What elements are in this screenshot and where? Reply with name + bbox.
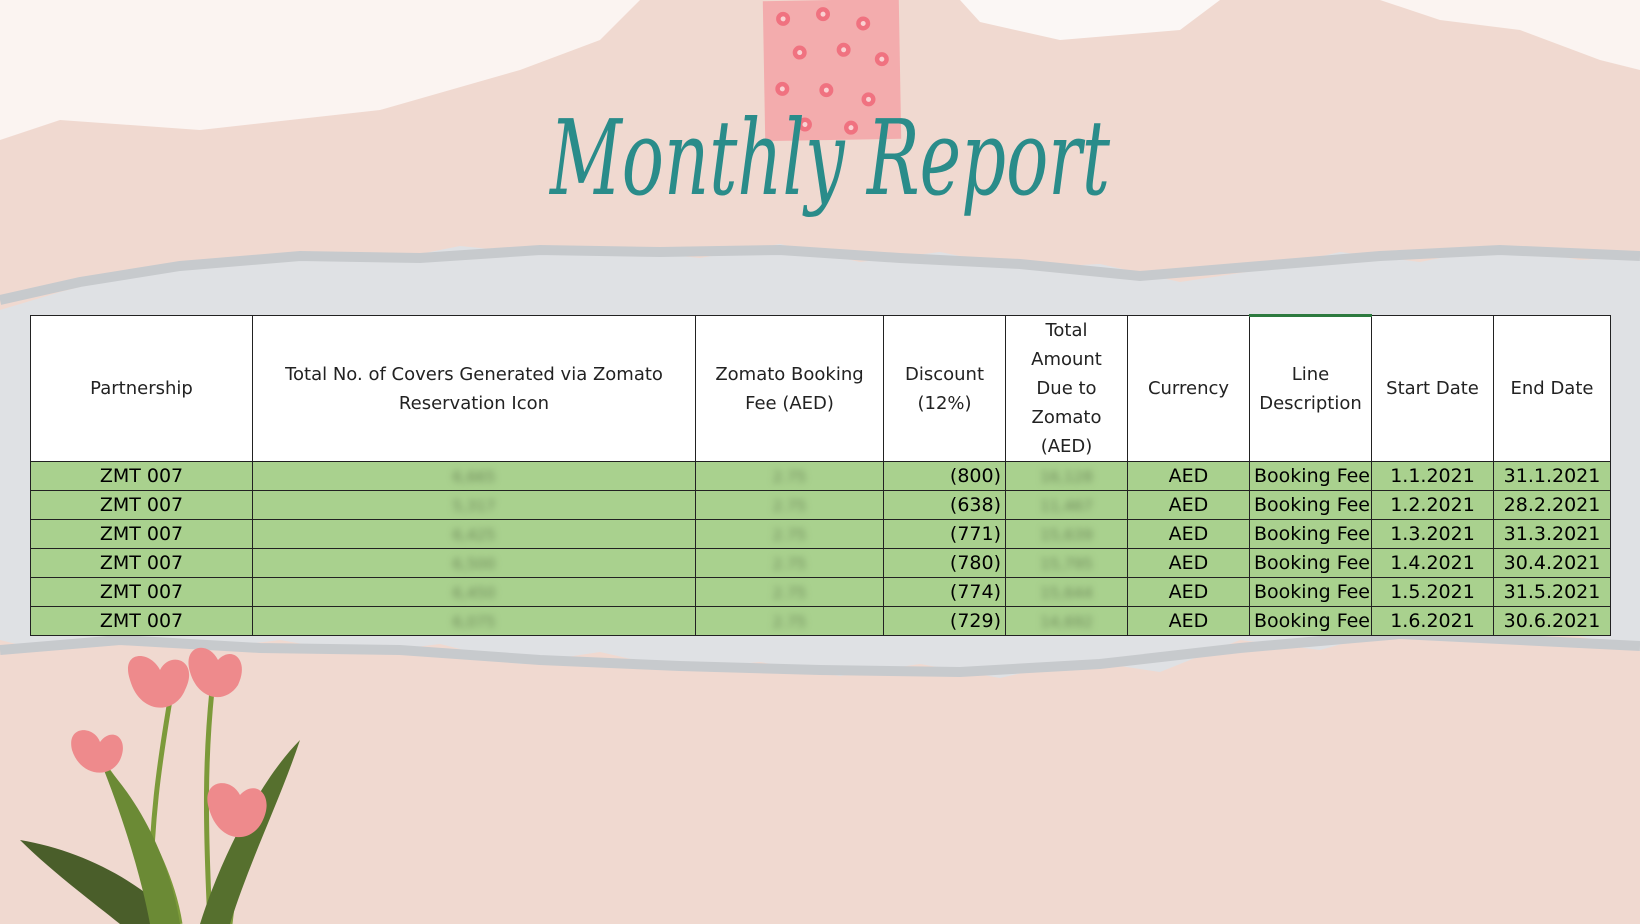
cell-total: 16,128 [1005,461,1128,491]
cell-fee: 2.75 [695,548,884,578]
cell-discount: (800) [883,461,1006,491]
cell-covers-value: 6,665 [452,468,496,486]
cell-end-date: 31.5.2021 [1493,577,1611,607]
cell-currency: AED [1127,490,1250,520]
cell-currency: AED [1127,606,1250,636]
cell-currency: AED [1127,548,1250,578]
cell-covers: 5,317 [252,490,696,520]
cell-covers: 6,075 [252,606,696,636]
column-header-booking-fee: Zomato Booking Fee (AED) [695,315,884,462]
cell-total: 15,795 [1005,548,1128,578]
cell-total: 11,467 [1005,490,1128,520]
cell-end-date: 30.6.2021 [1493,606,1611,636]
cell-partnership: ZMT 007 [30,519,253,549]
column-header-end-date: End Date [1493,315,1611,462]
cell-fee-value: 2.75 [772,584,807,602]
cell-covers: 6,425 [252,519,696,549]
table-row: ZMT 007 5,317 2.75 (638) 11,467 AED Book… [30,490,1611,520]
cell-fee: 2.75 [695,577,884,607]
cell-line-description: Booking Fee [1249,461,1372,491]
cell-currency: AED [1127,519,1250,549]
cell-line-description: Booking Fee [1249,519,1372,549]
page-title: Monthly Report [549,97,1110,219]
column-header-total-due: Total Amount Due to Zomato (AED) [1005,315,1128,462]
column-header-discount: Discount (12%) [883,315,1006,462]
column-header-start-date: Start Date [1371,315,1494,462]
cell-covers: 6,500 [252,548,696,578]
table-row: ZMT 007 6,665 2.75 (800) 16,128 AED Book… [30,461,1611,491]
cell-fee-value: 2.75 [772,497,807,515]
cell-end-date: 31.3.2021 [1493,519,1611,549]
table-row: ZMT 007 6,425 2.75 (771) 15,639 AED Book… [30,519,1611,549]
cell-currency: AED [1127,577,1250,607]
cell-line-description: Booking Fee [1249,606,1372,636]
report-table: Partnership Total No. of Covers Generate… [30,314,1611,636]
table-row: ZMT 007 6,450 2.75 (774) 15,644 AED Book… [30,577,1611,607]
cell-discount: (780) [883,548,1006,578]
cell-start-date: 1.1.2021 [1371,461,1494,491]
cell-total-value: 15,639 [1040,526,1093,544]
cell-fee: 2.75 [695,519,884,549]
cell-partnership: ZMT 007 [30,490,253,520]
column-header-line-description: Line Description [1249,314,1372,462]
cell-total-value: 15,795 [1040,555,1093,573]
cell-covers-value: 6,075 [452,613,496,631]
cell-line-description: Booking Fee [1249,577,1372,607]
cell-covers: 6,665 [252,461,696,491]
cell-line-description: Booking Fee [1249,548,1372,578]
cell-start-date: 1.5.2021 [1371,577,1494,607]
column-header-currency: Currency [1127,315,1250,462]
cell-partnership: ZMT 007 [30,606,253,636]
column-header-partnership: Partnership [30,315,253,462]
cell-fee-value: 2.75 [772,468,807,486]
cell-end-date: 30.4.2021 [1493,548,1611,578]
cell-start-date: 1.3.2021 [1371,519,1494,549]
cell-partnership: ZMT 007 [30,461,253,491]
cell-fee: 2.75 [695,606,884,636]
cell-start-date: 1.6.2021 [1371,606,1494,636]
cell-fee: 2.75 [695,490,884,520]
cell-total-value: 11,467 [1040,497,1093,515]
cell-covers-value: 6,500 [452,555,496,573]
report-table-container: Partnership Total No. of Covers Generate… [30,314,1611,636]
cell-total-value: 15,644 [1040,584,1093,602]
cell-currency: AED [1127,461,1250,491]
title-heading: Monthly Report [549,97,1110,219]
cell-fee-value: 2.75 [772,526,807,544]
cell-fee: 2.75 [695,461,884,491]
cell-discount: (771) [883,519,1006,549]
table-row: ZMT 007 6,075 2.75 (729) 14,692 AED Book… [30,606,1611,636]
cell-total-value: 16,128 [1040,468,1093,486]
cell-total: 14,692 [1005,606,1128,636]
cell-total: 15,639 [1005,519,1128,549]
cell-discount: (774) [883,577,1006,607]
cell-line-description: Booking Fee [1249,490,1372,520]
cell-covers-value: 5,317 [452,497,496,515]
cell-start-date: 1.4.2021 [1371,548,1494,578]
cell-discount: (729) [883,606,1006,636]
column-header-covers: Total No. of Covers Generated via Zomato… [252,315,696,462]
cell-total-value: 14,692 [1040,613,1093,631]
cell-end-date: 28.2.2021 [1493,490,1611,520]
cell-covers-value: 6,450 [452,584,496,602]
cell-fee-value: 2.75 [772,555,807,573]
cell-partnership: ZMT 007 [30,577,253,607]
cell-start-date: 1.2.2021 [1371,490,1494,520]
table-header-row: Partnership Total No. of Covers Generate… [30,314,1611,462]
cell-end-date: 31.1.2021 [1493,461,1611,491]
cell-discount: (638) [883,490,1006,520]
cell-covers-value: 6,425 [452,526,496,544]
cell-covers: 6,450 [252,577,696,607]
cell-fee-value: 2.75 [772,613,807,631]
table-row: ZMT 007 6,500 2.75 (780) 15,795 AED Book… [30,548,1611,578]
cell-partnership: ZMT 007 [30,548,253,578]
cell-total: 15,644 [1005,577,1128,607]
